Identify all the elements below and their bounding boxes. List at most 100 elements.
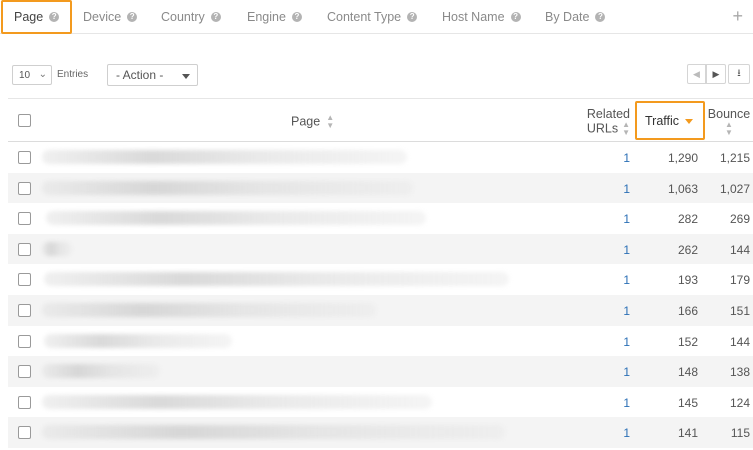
related-urls-link[interactable]: 1: [620, 182, 630, 196]
bounce-value: 144: [729, 242, 750, 257]
tab-host-name[interactable]: Host Name ?: [442, 0, 521, 34]
related-urls-link[interactable]: 1: [620, 243, 630, 257]
action-value: - Action -: [116, 68, 164, 82]
table-row[interactable]: 1 1,063 1,027: [8, 172, 753, 204]
bounce-value: 1,027: [719, 181, 750, 196]
sort-icon: ▲ ▼: [326, 113, 335, 130]
row-checkbox[interactable]: [18, 304, 31, 317]
traffic-value: 141: [677, 426, 698, 441]
related-urls-link[interactable]: 1: [620, 365, 630, 379]
traffic-value: 152: [677, 334, 698, 349]
row-checkbox[interactable]: [18, 426, 31, 440]
plus-icon[interactable]: +: [732, 7, 743, 25]
tab-label: Device: [83, 10, 122, 24]
table-row[interactable]: 1 262 144: [8, 233, 753, 265]
row-checkbox[interactable]: [18, 212, 31, 226]
help-icon[interactable]: ?: [291, 12, 302, 22]
table-row[interactable]: 1 166 151: [8, 295, 753, 326]
table-row[interactable]: 1 152 144: [8, 326, 753, 357]
row-checkbox[interactable]: [18, 181, 31, 195]
prev-page-button[interactable]: ◀: [687, 64, 706, 84]
tab-content-type[interactable]: Content Type ?: [327, 0, 418, 34]
help-icon[interactable]: ?: [595, 12, 606, 22]
tab-page[interactable]: Page ?: [1, 0, 73, 34]
entries-select[interactable]: 10 ⌄: [12, 65, 52, 85]
related-urls-link[interactable]: 1: [620, 396, 630, 410]
tab-device[interactable]: Device ?: [83, 0, 138, 34]
row-checkbox[interactable]: [18, 273, 31, 287]
row-checkbox[interactable]: [18, 151, 31, 164]
column-page[interactable]: Page ▲ ▼: [291, 114, 334, 130]
page-url-redacted: [42, 364, 160, 379]
table-row[interactable]: 1 145 124: [8, 387, 753, 418]
row-checkbox[interactable]: [18, 242, 31, 256]
tab-label: Engine: [247, 10, 286, 24]
traffic-value: 1,290: [667, 151, 698, 165]
tab-by-date[interactable]: By Date ?: [545, 0, 606, 34]
help-icon[interactable]: ?: [49, 12, 60, 22]
page-url-redacted: [42, 425, 505, 440]
help-icon[interactable]: ?: [407, 12, 418, 22]
tab-label: Page: [14, 10, 44, 24]
traffic-value: 145: [677, 395, 698, 410]
help-icon[interactable]: ?: [210, 12, 221, 22]
next-page-button[interactable]: ▶: [706, 64, 726, 84]
bounce-value: 269: [729, 212, 750, 227]
row-checkbox[interactable]: [18, 395, 31, 409]
related-urls-link[interactable]: 1: [620, 335, 630, 349]
chevron-right-icon: ▶: [712, 68, 720, 79]
row-checkbox[interactable]: [18, 334, 31, 348]
column-related-label-line2: URLs: [586, 121, 619, 136]
table-row[interactable]: 1 282 269: [8, 203, 753, 234]
bounce-value: 179: [729, 273, 750, 288]
download-button[interactable]: ⭳: [728, 64, 750, 84]
column-related-label-line1: Related: [586, 107, 630, 121]
entries-label: Entries: [57, 69, 89, 80]
traffic-value: 166: [677, 304, 698, 318]
page-url-redacted: [42, 241, 72, 256]
traffic-value: 193: [677, 273, 698, 288]
table-row[interactable]: 1 148 138: [8, 356, 753, 387]
action-select[interactable]: - Action -: [107, 64, 198, 86]
column-bounce[interactable]: Bounce ▲ ▼: [705, 107, 753, 137]
tab-label: By Date: [545, 10, 590, 24]
tab-engine[interactable]: Engine ?: [247, 0, 302, 34]
column-related-urls[interactable]: Related URLs ▲ ▼: [580, 107, 630, 137]
entries-value: 10: [19, 69, 31, 81]
page-url-redacted: [44, 333, 232, 348]
column-bounce-label: Bounce: [707, 107, 751, 121]
page-url-redacted: [42, 394, 432, 409]
table-row[interactable]: 1 1,290 1,215: [8, 142, 753, 173]
traffic-column-highlight: [635, 101, 705, 140]
related-urls-link[interactable]: 1: [620, 273, 630, 287]
help-icon[interactable]: ?: [510, 12, 521, 22]
download-icon: ⭳: [737, 67, 741, 79]
table-row[interactable]: 1 193 179: [8, 264, 753, 295]
bounce-value: 124: [729, 395, 750, 410]
caret-down-icon: [182, 74, 190, 79]
page-url-redacted: [44, 272, 509, 287]
traffic-value: 262: [677, 242, 698, 257]
bounce-value: 1,215: [719, 151, 750, 165]
tab-country[interactable]: Country ?: [161, 0, 221, 34]
column-page-label: Page: [291, 114, 321, 129]
row-checkbox[interactable]: [18, 365, 31, 379]
traffic-value: 1,063: [667, 181, 698, 196]
table-row[interactable]: 1 141 115: [8, 417, 753, 448]
chevron-down-icon: ⌄: [38, 69, 47, 80]
select-all-checkbox[interactable]: [18, 114, 31, 127]
dimension-tabs: Page ? Device ? Country ? Engine ? Conte…: [0, 0, 753, 34]
related-urls-link[interactable]: 1: [620, 426, 630, 440]
sort-icon: ▲ ▼: [622, 120, 630, 137]
bounce-value: 151: [729, 304, 750, 318]
related-urls-link[interactable]: 1: [620, 304, 630, 318]
tab-label: Content Type: [327, 10, 402, 24]
bounce-value: 144: [729, 334, 750, 349]
page-url-redacted: [46, 211, 426, 226]
help-icon[interactable]: ?: [127, 12, 138, 22]
related-urls-link[interactable]: 1: [620, 151, 630, 165]
related-urls-link[interactable]: 1: [620, 212, 630, 226]
traffic-value: 148: [677, 365, 698, 380]
page-url-redacted: [42, 150, 407, 164]
tab-label: Host Name: [442, 10, 505, 24]
